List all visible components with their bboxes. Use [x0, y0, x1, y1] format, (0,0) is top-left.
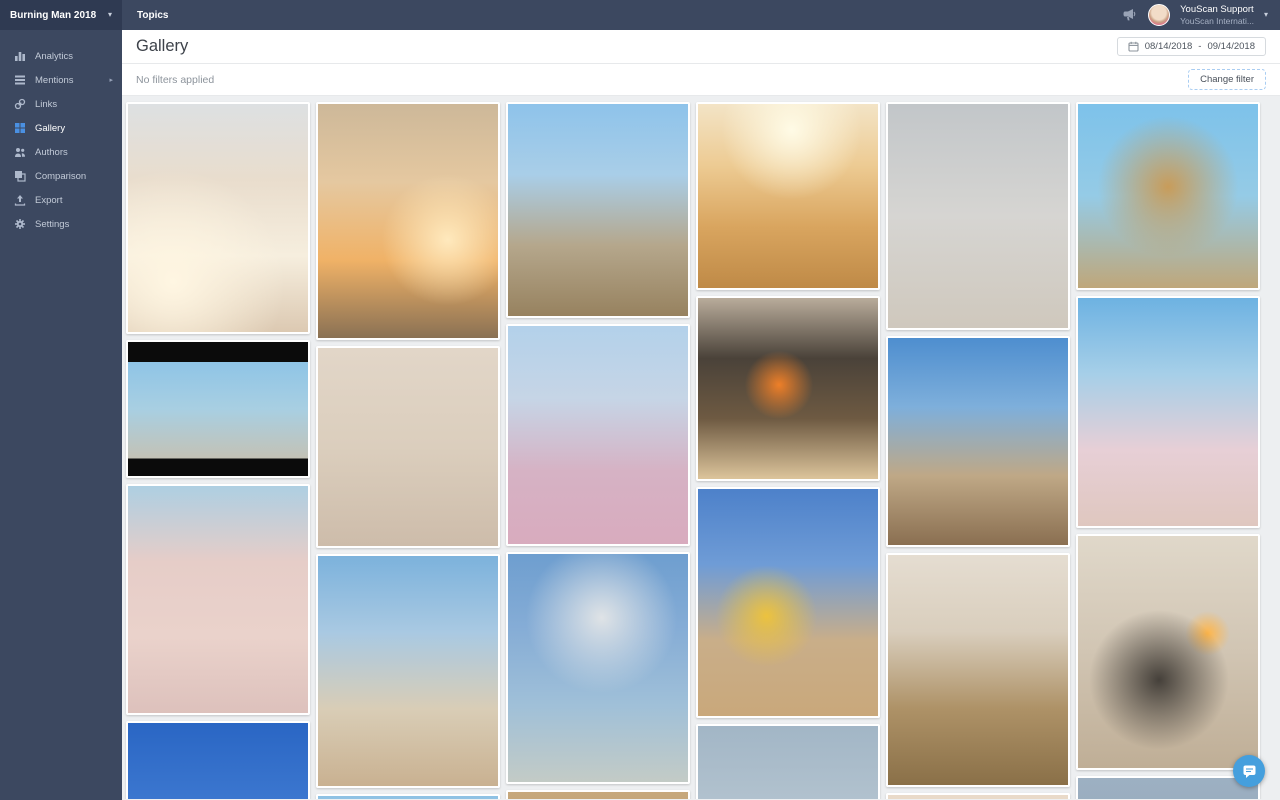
project-selector[interactable]: Burning Man 2018 ▾: [0, 0, 122, 30]
people-icon: [14, 146, 26, 158]
date-from: 08/14/2018: [1145, 41, 1193, 52]
gallery-image[interactable]: [506, 324, 690, 546]
date-range-picker[interactable]: 08/14/2018 - 09/14/2018: [1117, 37, 1266, 56]
main-content: Gallery 08/14/2018 - 09/14/2018 No filte…: [122, 30, 1280, 800]
gallery-image[interactable]: [126, 102, 310, 334]
chevron-down-icon: ▾: [108, 11, 112, 19]
sidebar-item-settings[interactable]: Settings: [0, 212, 122, 236]
gallery-image[interactable]: [126, 484, 310, 715]
project-name: Burning Man 2018: [10, 10, 96, 21]
date-separator: -: [1198, 41, 1201, 52]
gallery-image[interactable]: [1076, 534, 1260, 770]
gallery-column: [886, 102, 1070, 799]
bar-chart-icon: [14, 50, 26, 62]
gallery-image[interactable]: [316, 346, 500, 548]
filter-status: No filters applied: [136, 74, 214, 86]
sidebar-item-export[interactable]: Export: [0, 188, 122, 212]
gallery-image[interactable]: [1076, 296, 1260, 528]
gallery-column: [506, 102, 690, 799]
gallery-column: [696, 102, 880, 799]
user-menu[interactable]: YouScan Support YouScan Internati...: [1180, 4, 1254, 26]
gallery-image[interactable]: [1076, 776, 1260, 799]
chat-bubble-icon: [1242, 764, 1257, 779]
sidebar-item-label: Links: [35, 99, 57, 110]
gallery-column: [316, 102, 500, 799]
sidebar-item-authors[interactable]: Authors: [0, 140, 122, 164]
gallery-image[interactable]: [506, 552, 690, 784]
sidebar-item-label: Comparison: [35, 171, 86, 182]
sidebar-item-label: Settings: [35, 219, 69, 230]
grid-icon: [14, 122, 26, 134]
sidebar-item-analytics[interactable]: Analytics: [0, 44, 122, 68]
gallery-image[interactable]: [886, 336, 1070, 547]
gallery-image[interactable]: [506, 102, 690, 318]
page-header: Gallery 08/14/2018 - 09/14/2018: [122, 30, 1280, 64]
gallery-column: [1076, 102, 1260, 799]
list-icon: [14, 74, 26, 86]
export-icon: [14, 194, 26, 206]
gallery-image[interactable]: [886, 553, 1070, 787]
sidebar-item-label: Authors: [35, 147, 68, 158]
gallery-image[interactable]: [316, 554, 500, 788]
gallery-grid: [122, 96, 1280, 799]
sidebar-item-gallery[interactable]: Gallery: [0, 116, 122, 140]
gallery-image[interactable]: [696, 487, 880, 718]
gallery-image[interactable]: [126, 340, 310, 478]
sidebar: Analytics Mentions ▸ Links Gallery: [0, 30, 122, 800]
chevron-down-icon[interactable]: ▾: [1264, 11, 1268, 19]
page-title: Gallery: [136, 37, 188, 56]
user-organization: YouScan Internati...: [1180, 16, 1254, 26]
layers-icon: [14, 170, 26, 182]
user-name: YouScan Support: [1180, 4, 1254, 15]
gallery-image[interactable]: [696, 102, 880, 290]
sidebar-item-label: Export: [35, 195, 62, 206]
change-filter-button[interactable]: Change filter: [1188, 69, 1266, 90]
gallery-image[interactable]: [506, 790, 690, 799]
top-bar: Burning Man 2018 ▾ Topics YouScan Suppor…: [0, 0, 1280, 30]
gallery-image[interactable]: [696, 724, 880, 799]
sidebar-item-mentions[interactable]: Mentions ▸: [0, 68, 122, 92]
sidebar-item-label: Analytics: [35, 51, 73, 62]
megaphone-icon[interactable]: [1122, 8, 1138, 22]
avatar[interactable]: [1148, 4, 1170, 26]
gear-icon: [14, 218, 26, 230]
gallery-column: [126, 102, 310, 799]
gallery-image[interactable]: [1076, 102, 1260, 290]
chat-widget-button[interactable]: [1233, 755, 1265, 787]
sidebar-item-comparison[interactable]: Comparison: [0, 164, 122, 188]
gallery-image[interactable]: [696, 296, 880, 481]
filter-bar: No filters applied Change filter: [122, 64, 1280, 96]
submenu-arrow-icon: ▸: [109, 76, 113, 84]
gallery-image[interactable]: [316, 794, 500, 799]
link-icon: [14, 98, 26, 110]
calendar-icon: [1128, 41, 1139, 52]
gallery-image[interactable]: [886, 793, 1070, 799]
gallery-image[interactable]: [886, 102, 1070, 330]
sidebar-item-links[interactable]: Links: [0, 92, 122, 116]
date-to: 09/14/2018: [1207, 41, 1255, 52]
sidebar-item-label: Mentions: [35, 75, 74, 86]
gallery-image[interactable]: [316, 102, 500, 340]
topics-menu[interactable]: Topics: [137, 10, 168, 21]
gallery-image[interactable]: [126, 721, 310, 799]
sidebar-item-label: Gallery: [35, 123, 65, 134]
